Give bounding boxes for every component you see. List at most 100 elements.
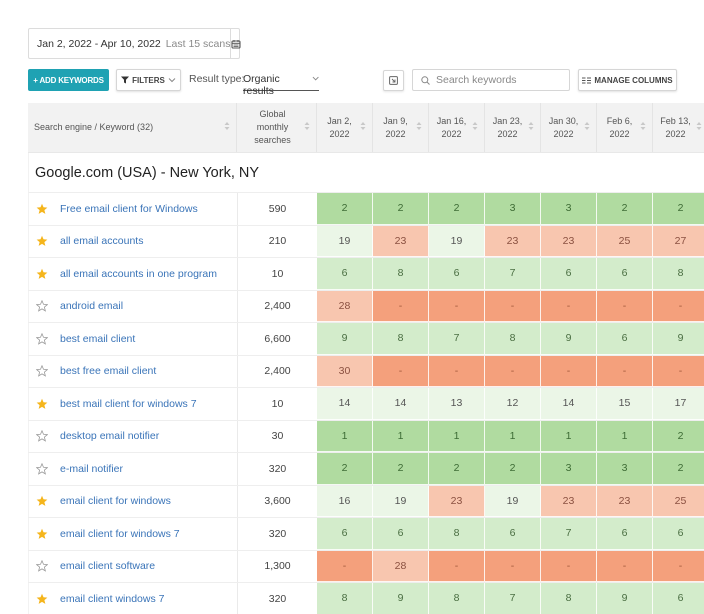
sort-icon[interactable] [416,121,422,134]
add-keywords-button[interactable]: + ADD KEYWORDS [28,69,109,91]
search-box[interactable] [412,69,570,91]
column-header-date[interactable]: Jan 23, 2022 [485,103,541,152]
rank-cell[interactable]: 7 [485,583,541,614]
keyword-link[interactable]: android email [60,300,123,312]
star-outline-icon[interactable] [35,462,49,476]
rank-cell[interactable]: 25 [597,225,653,257]
rank-cell[interactable]: 8 [429,583,485,614]
rank-cell[interactable]: 17 [653,388,704,420]
rank-cell[interactable]: 2 [429,193,485,225]
rank-cell[interactable]: 23 [541,485,597,517]
rank-cell[interactable]: 9 [541,323,597,355]
rank-cell[interactable]: 14 [541,388,597,420]
sort-icon[interactable] [360,121,366,134]
rank-cell[interactable]: - [429,355,485,387]
rank-cell[interactable]: 6 [317,258,373,290]
rank-cell[interactable]: 19 [373,485,429,517]
rank-cell[interactable]: - [373,290,429,322]
rank-cell[interactable]: 7 [485,258,541,290]
rank-cell[interactable]: 7 [429,323,485,355]
keyword-link[interactable]: all email accounts [60,235,143,247]
rank-cell[interactable]: 2 [597,193,653,225]
star-filled-icon[interactable] [35,234,49,248]
sort-icon[interactable] [528,121,534,134]
keyword-link[interactable]: e-mail notifier [60,463,123,475]
rank-cell[interactable]: - [653,290,704,322]
rank-cell[interactable]: - [317,550,373,582]
rank-cell[interactable]: 6 [373,518,429,550]
rank-cell[interactable]: - [485,290,541,322]
rank-cell[interactable]: 2 [653,453,704,485]
rank-cell[interactable]: - [541,550,597,582]
column-header-date[interactable]: Jan 16, 2022 [429,103,485,152]
rank-cell[interactable]: 1 [429,420,485,452]
rank-cell[interactable]: 30 [317,355,373,387]
rank-cell[interactable]: 23 [429,485,485,517]
rank-cell[interactable]: - [429,550,485,582]
keyword-link[interactable]: desktop email notifier [60,430,159,442]
date-range-picker[interactable]: Jan 2, 2022 - Apr 10, 2022 Last 15 scans [28,28,242,59]
rank-cell[interactable]: 2 [317,453,373,485]
sort-icon[interactable] [304,121,310,134]
rank-cell[interactable]: 8 [541,583,597,614]
rank-cell[interactable]: 3 [541,193,597,225]
rank-cell[interactable]: 6 [485,518,541,550]
rank-cell[interactable]: 6 [597,323,653,355]
rank-cell[interactable]: 14 [373,388,429,420]
star-filled-icon[interactable] [35,592,49,606]
keyword-link[interactable]: Free email client for Windows [60,203,198,215]
rank-cell[interactable]: 8 [317,583,373,614]
rank-cell[interactable]: - [373,355,429,387]
rank-cell[interactable]: 16 [317,485,373,517]
keyword-link[interactable]: email client for windows 7 [60,528,180,540]
rank-cell[interactable]: 13 [429,388,485,420]
column-header-date[interactable]: Jan 2, 2022 [317,103,373,152]
keyword-link[interactable]: best mail client for windows 7 [60,398,197,410]
rank-cell[interactable]: - [653,550,704,582]
rank-cell[interactable]: 2 [373,193,429,225]
manage-columns-button[interactable]: MANAGE COLUMNS [578,69,677,91]
star-outline-icon[interactable] [35,299,49,313]
column-header-keyword[interactable]: Search engine / Keyword (32) [28,103,237,152]
column-header-date[interactable]: Feb 13, 2022 [653,103,704,152]
rank-cell[interactable]: 8 [429,518,485,550]
keyword-link[interactable]: best email client [60,333,135,345]
rank-cell[interactable]: 8 [373,258,429,290]
rank-cell[interactable]: - [597,355,653,387]
rank-cell[interactable]: - [541,355,597,387]
calendar-button[interactable] [230,29,242,58]
star-outline-icon[interactable] [35,332,49,346]
rank-cell[interactable]: - [597,550,653,582]
rank-cell[interactable]: 7 [541,518,597,550]
rank-cell[interactable]: 2 [373,453,429,485]
rank-cell[interactable]: 23 [373,225,429,257]
rank-cell[interactable]: - [429,290,485,322]
date-range-display[interactable]: Jan 2, 2022 - Apr 10, 2022 Last 15 scans [29,38,230,50]
sort-icon[interactable] [640,121,646,134]
rank-cell[interactable]: 3 [485,193,541,225]
rank-cell[interactable]: 9 [597,583,653,614]
rank-cell[interactable]: 19 [317,225,373,257]
rank-cell[interactable]: 27 [653,225,704,257]
keyword-link[interactable]: best free email client [60,365,156,377]
rank-cell[interactable]: 6 [597,258,653,290]
rank-cell[interactable]: 2 [485,453,541,485]
rank-cell[interactable]: 1 [485,420,541,452]
export-button[interactable] [383,70,404,91]
star-outline-icon[interactable] [35,364,49,378]
rank-cell[interactable]: 6 [597,518,653,550]
rank-cell[interactable]: 2 [429,453,485,485]
rank-cell[interactable]: 23 [485,225,541,257]
rank-cell[interactable]: 25 [653,485,704,517]
rank-cell[interactable]: 19 [429,225,485,257]
search-keywords-input[interactable] [436,74,561,86]
star-filled-icon[interactable] [35,267,49,281]
column-header-date[interactable]: Feb 6, 2022 [597,103,653,152]
rank-cell[interactable]: 1 [541,420,597,452]
rank-cell[interactable]: 23 [541,225,597,257]
rank-cell[interactable]: 6 [317,518,373,550]
rank-cell[interactable]: 2 [317,193,373,225]
star-filled-icon[interactable] [35,527,49,541]
rank-cell[interactable]: - [597,290,653,322]
star-filled-icon[interactable] [35,494,49,508]
